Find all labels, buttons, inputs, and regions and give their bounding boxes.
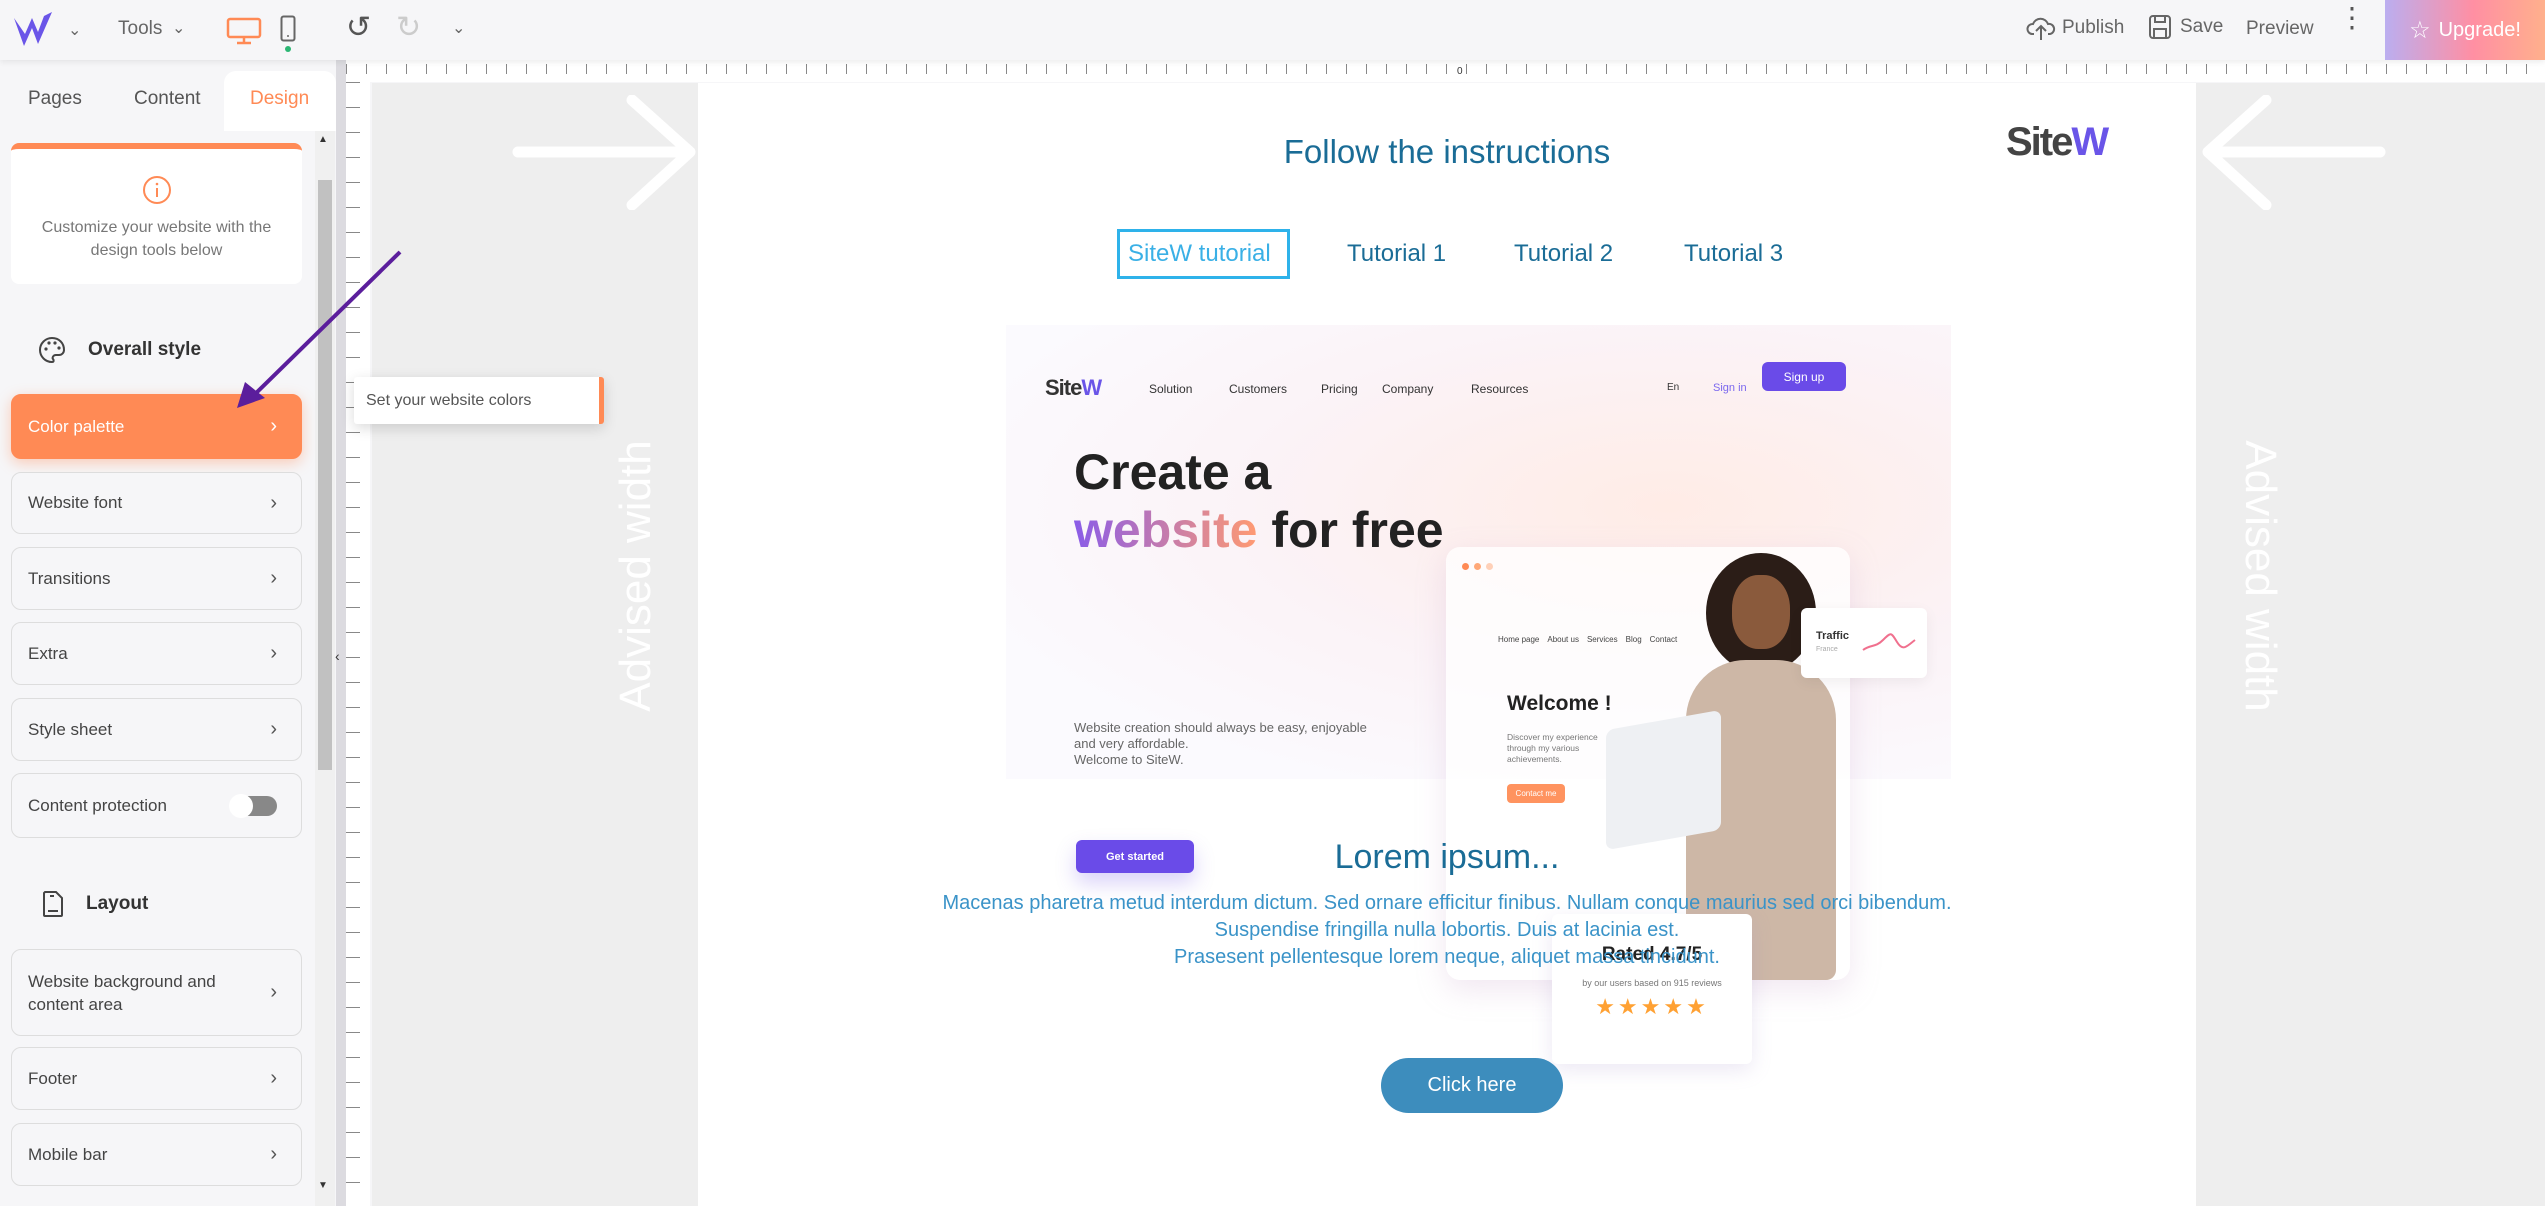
- overall-style-title: Overall style: [88, 339, 202, 360]
- mobile-view-icon[interactable]: [280, 15, 296, 53]
- ruler-zero-label: 0: [1457, 66, 1463, 77]
- hero-nav-item: Customers: [1229, 382, 1288, 396]
- layout-heading: Layout: [42, 890, 148, 918]
- redo-icon[interactable]: ↻: [396, 10, 421, 45]
- sidebar-item-website-background[interactable]: Website background and content area ›: [11, 949, 302, 1036]
- hero-headline-2: website for free: [1074, 502, 1444, 558]
- info-icon: [142, 176, 171, 204]
- advised-width-label-left: Advised width: [611, 440, 660, 712]
- item-label: Website background and content area: [28, 971, 216, 1014]
- top-toolbar: ⌄ Tools ⌄ ↺ ↻ ⌄ Publish Save Preview ⋮ ☆…: [0, 0, 2545, 60]
- hero-nav-item: Resources: [1471, 382, 1529, 396]
- publish-label: Publish: [2062, 17, 2125, 38]
- arrow-right-icon: [512, 95, 696, 210]
- chevron-right-icon: ›: [270, 1143, 277, 1165]
- sidebar-item-footer[interactable]: Footer ›: [11, 1047, 302, 1110]
- save-button[interactable]: Save: [2148, 14, 2223, 40]
- hero-headline-1: Create a: [1074, 444, 1272, 500]
- chevron-right-icon: ›: [270, 491, 277, 514]
- page-title: Follow the instructions: [1283, 133, 1611, 170]
- more-options-icon[interactable]: ⋮: [2338, 4, 2366, 32]
- hero-signup: Sign up: [1762, 362, 1846, 391]
- section-title: Lorem ipsum...: [1334, 838, 1560, 876]
- item-label: Mobile bar: [28, 1144, 108, 1164]
- scroll-down-icon[interactable]: ▼: [318, 1180, 328, 1191]
- item-label: Color palette: [28, 416, 125, 436]
- hero-traffic-card: Traffic France: [1801, 608, 1927, 678]
- desktop-view-icon[interactable]: [226, 17, 262, 45]
- save-label: Save: [2180, 16, 2224, 37]
- sidebar-item-mobile-bar[interactable]: Mobile bar ›: [11, 1123, 302, 1186]
- page-logo: SiteW: [2006, 120, 2109, 164]
- hero-signin: Sign in: [1713, 382, 1747, 394]
- hero-mock-nav: Home page About us Services Blog Contact: [1498, 635, 1678, 644]
- sitew-logo-icon[interactable]: [14, 12, 58, 48]
- hero-laptop: [1606, 709, 1721, 851]
- chevron-right-icon: ›: [270, 1067, 277, 1089]
- item-label: Content protection: [28, 795, 167, 815]
- scroll-up-icon[interactable]: ▲: [318, 134, 328, 145]
- hero-nav-item: Solution: [1149, 382, 1193, 396]
- palette-icon: [39, 336, 66, 364]
- chevron-down-icon[interactable]: ⌄: [452, 18, 465, 38]
- hero-mock-welcome: Welcome !: [1507, 692, 1612, 715]
- tab-tutorial-2[interactable]: Tutorial 2: [1514, 240, 1613, 268]
- undo-icon[interactable]: ↺: [346, 10, 371, 45]
- hero-nav-item: Pricing: [1321, 382, 1358, 396]
- document-icon: [43, 891, 63, 917]
- chevron-right-icon: ›: [270, 981, 277, 1003]
- preview-button[interactable]: Preview: [2246, 18, 2314, 40]
- item-label: Transitions: [28, 568, 111, 588]
- arrow-left-icon: [2202, 95, 2386, 210]
- rating-stars: ★★★★★: [1595, 994, 1709, 1019]
- item-label: Style sheet: [28, 719, 113, 739]
- content-protection-toggle[interactable]: [229, 793, 277, 818]
- hero-person-face: [1732, 575, 1790, 649]
- item-label: Extra: [28, 643, 68, 663]
- paragraph-line: Prasesent pellentesque lorem neque, aliq…: [1174, 946, 1720, 968]
- upgrade-label: Upgrade!: [2438, 18, 2521, 41]
- sidebar-item-style-sheet[interactable]: Style sheet ›: [11, 698, 302, 761]
- hero-logo: SiteW: [1045, 375, 1102, 400]
- chevron-right-icon: ›: [270, 718, 277, 740]
- publish-button[interactable]: Publish: [2026, 14, 2124, 42]
- tools-menu[interactable]: Tools: [118, 18, 162, 40]
- hero-nav-item: Company: [1382, 382, 1434, 396]
- upgrade-button[interactable]: ☆ Upgrade!: [2385, 0, 2545, 60]
- tab-design[interactable]: Design: [250, 88, 309, 110]
- annotation-arrow-icon: [237, 250, 402, 408]
- chevron-down-icon[interactable]: ⌄: [68, 20, 81, 40]
- tab-content[interactable]: Content: [134, 88, 201, 110]
- hero-mock-button: Contact me: [1507, 784, 1565, 803]
- overall-style-heading: Overall style: [38, 336, 201, 364]
- item-label: Website font: [28, 493, 123, 512]
- hero-mock-text: Discover my experience through my various…: [1507, 732, 1598, 764]
- tab-tutorial-1[interactable]: Tutorial 1: [1347, 240, 1446, 268]
- chevron-down-icon[interactable]: ⌄: [172, 18, 185, 38]
- click-here-button[interactable]: Click here: [1381, 1058, 1563, 1113]
- sidebar-item-transitions[interactable]: Transitions ›: [11, 547, 302, 610]
- save-icon: [2149, 15, 2171, 39]
- paragraph-line: Suspendise fringilla nulla lobortis. Dui…: [1214, 919, 1680, 941]
- hero-subtext: Website creation should always be easy, …: [1074, 720, 1367, 767]
- tab-sitew-tutorial-label[interactable]: SiteW tutorial: [1128, 240, 1271, 268]
- advised-width-label-right: Advised width: [2236, 440, 2285, 712]
- sidebar-item-extra[interactable]: Extra ›: [11, 622, 302, 685]
- chevron-right-icon: ›: [270, 567, 277, 589]
- hero-lang: En: [1667, 382, 1680, 393]
- chevron-right-icon: ›: [270, 642, 277, 664]
- tab-tutorial-3[interactable]: Tutorial 3: [1684, 240, 1783, 268]
- tab-pages[interactable]: Pages: [28, 88, 82, 110]
- sidebar-item-website-font[interactable]: Website font ›: [11, 472, 302, 534]
- hero-image: SiteW Solution Customers Pricing Company…: [1006, 325, 1951, 1064]
- star-icon: ☆: [2409, 16, 2431, 44]
- paragraph-line: Macenas pharetra metud interdum dictum. …: [942, 892, 1952, 914]
- sidebar-item-content-protection: Content protection: [11, 773, 302, 838]
- layout-title: Layout: [86, 893, 149, 914]
- cloud-upload-icon: [2026, 17, 2056, 40]
- horizontal-ruler: [346, 60, 2545, 82]
- collapse-sidebar-icon[interactable]: ‹: [335, 648, 340, 664]
- sidebar-resize-handle[interactable]: [336, 60, 346, 1206]
- item-label: Footer: [28, 1068, 78, 1088]
